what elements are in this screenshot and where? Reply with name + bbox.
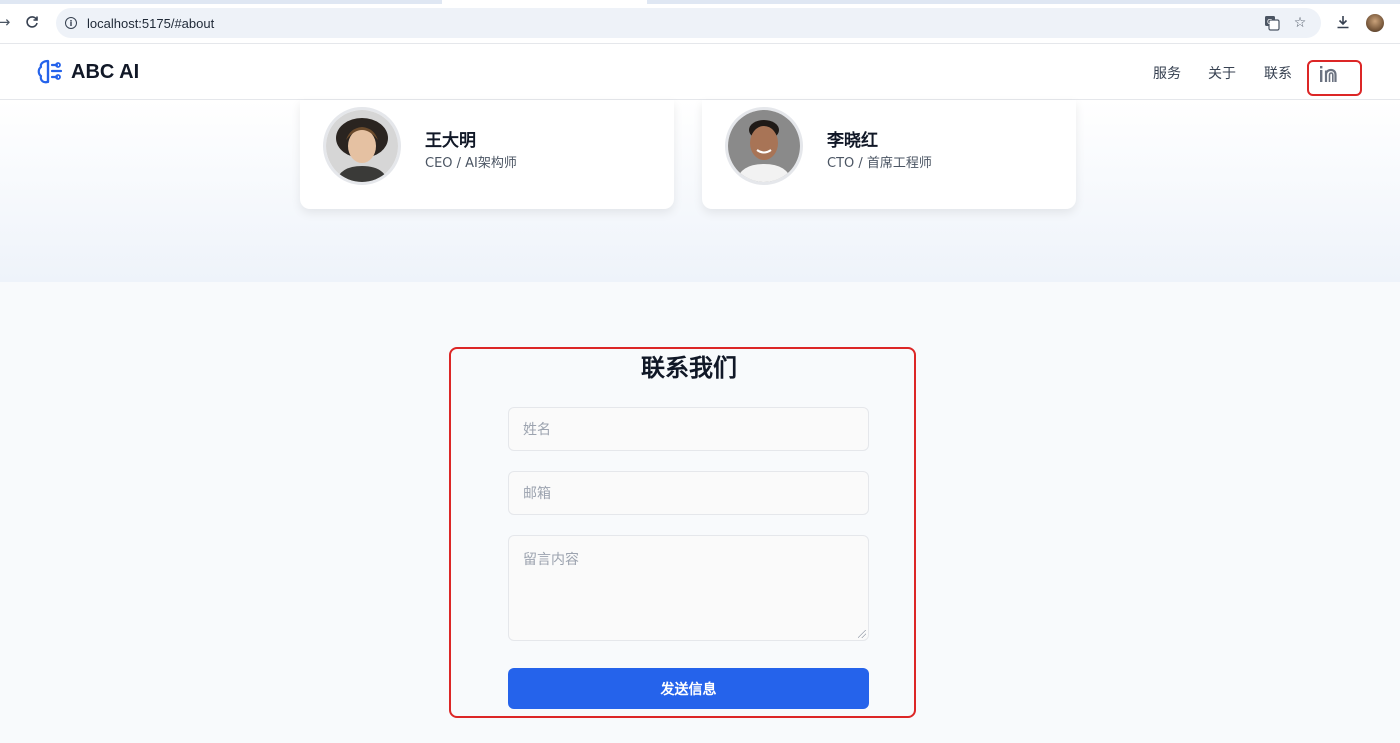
brand-name: ABC AI [71, 60, 140, 83]
back-icon[interactable]: → [0, 12, 14, 32]
translate-icon[interactable]: G [1263, 14, 1281, 32]
site-info-icon[interactable]: i [65, 17, 77, 29]
url-text: localhost:5175/#about [87, 15, 215, 31]
download-icon[interactable] [1333, 12, 1353, 32]
profile-avatar[interactable] [1366, 14, 1384, 32]
team-card: 王大明 CEO / AI架构师 [300, 100, 674, 209]
member-name: 李晓红 [827, 131, 878, 151]
reload-icon[interactable] [22, 12, 42, 32]
team-section: 王大明 CEO / AI架构师 李晓红 CTO / 首席工程师 [0, 100, 1400, 282]
team-card: 李晓红 CTO / 首席工程师 [702, 100, 1076, 209]
avatar [323, 107, 401, 185]
nav-link-services[interactable]: 服务 [1153, 63, 1181, 83]
send-button[interactable]: 发送信息 [508, 668, 869, 709]
name-placeholder: 姓名 [523, 422, 551, 438]
message-textarea[interactable]: 留言内容 [508, 535, 869, 641]
site-navbar: ABC AI 服务 关于 联系 [0, 44, 1400, 100]
svg-text:G: G [1267, 18, 1272, 26]
send-button-label: 发送信息 [660, 681, 717, 698]
contact-title: 联系我们 [641, 354, 737, 382]
member-role: CEO / AI架构师 [425, 156, 517, 171]
email-field[interactable]: 邮箱 [508, 471, 869, 515]
active-tab[interactable] [442, 0, 647, 4]
message-placeholder: 留言内容 [523, 552, 579, 568]
nav-link-contact[interactable]: 联系 [1264, 63, 1292, 83]
highlight-outline-contact [449, 347, 916, 718]
brain-icon [37, 59, 63, 84]
nav-link-about[interactable]: 关于 [1208, 63, 1236, 83]
browser-toolbar: → i localhost:5175/#about G ☆ [0, 0, 1400, 44]
tab-strip [0, 0, 1400, 4]
avatar [725, 107, 803, 185]
name-field[interactable]: 姓名 [508, 407, 869, 451]
resize-grip-icon[interactable] [858, 630, 866, 638]
member-role: CTO / 首席工程师 [827, 156, 932, 171]
email-placeholder: 邮箱 [523, 486, 551, 502]
linkedin-icon[interactable] [1318, 64, 1340, 84]
member-name: 王大明 [425, 131, 476, 151]
address-bar[interactable]: i localhost:5175/#about G ☆ [56, 8, 1321, 38]
bookmark-star-icon[interactable]: ☆ [1291, 14, 1309, 32]
brand-logo[interactable]: ABC AI [37, 58, 139, 86]
